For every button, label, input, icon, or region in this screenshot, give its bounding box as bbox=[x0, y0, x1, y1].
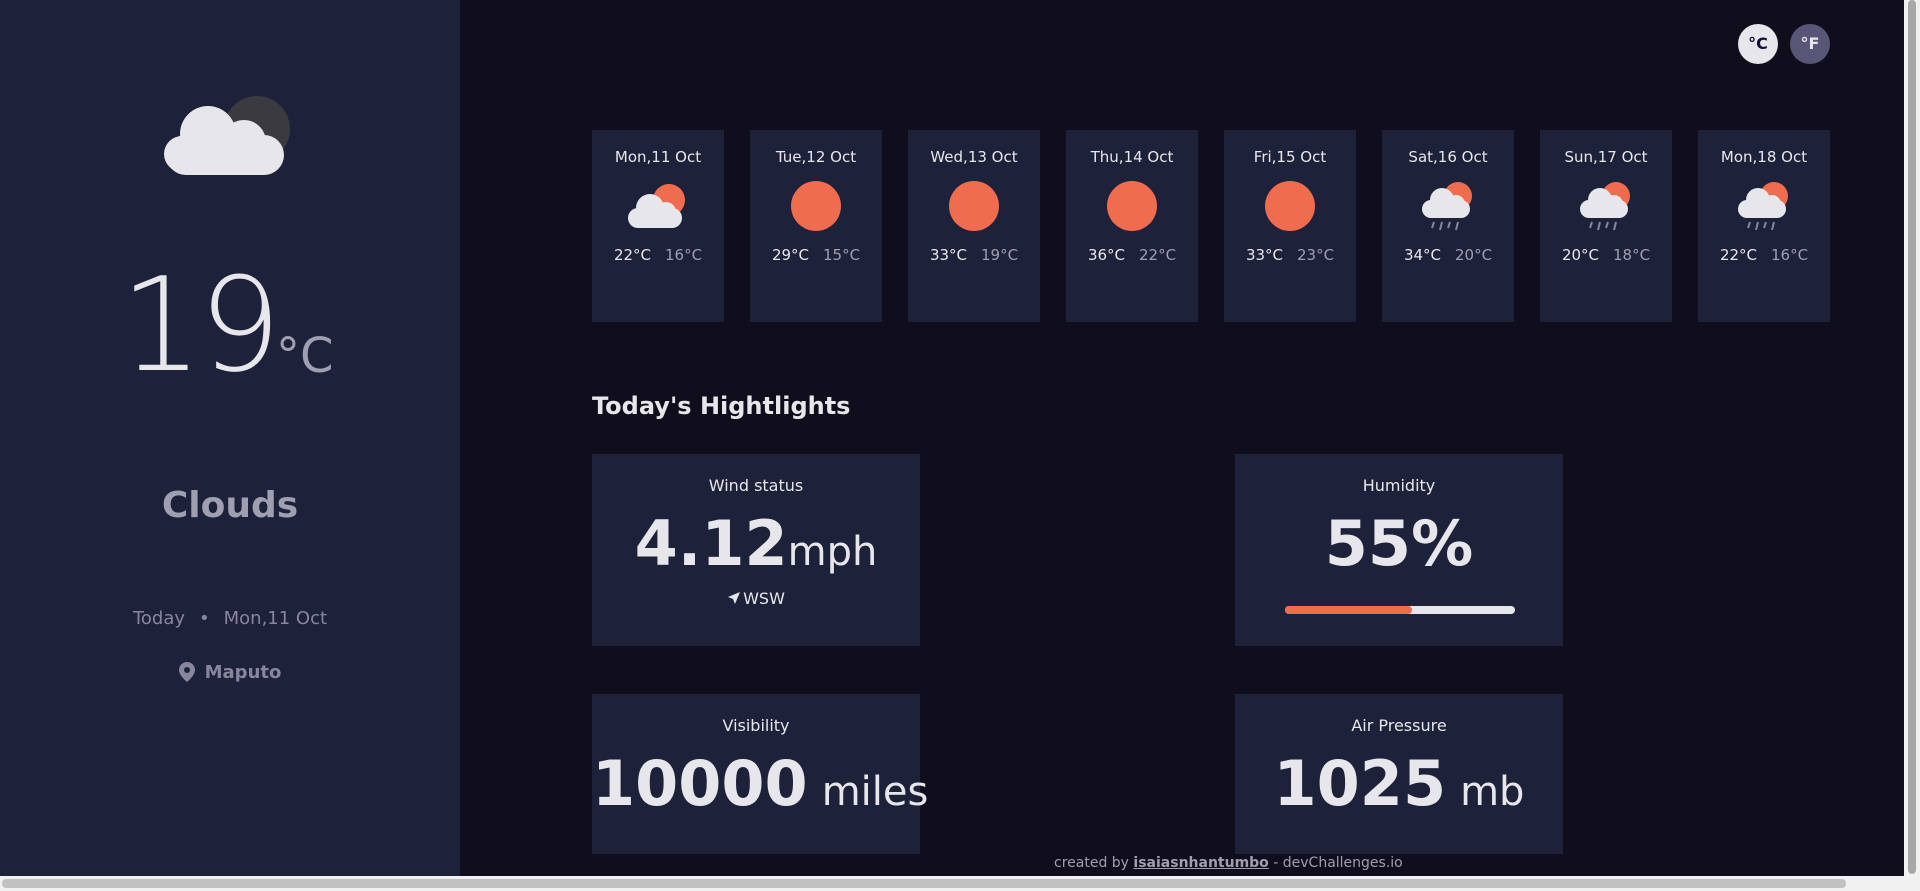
sun-icon bbox=[1107, 181, 1157, 231]
clouds-icon bbox=[164, 96, 290, 175]
rain-sun-icon bbox=[1422, 182, 1472, 231]
forecast-min: 23°C bbox=[1297, 246, 1335, 264]
highlights-title: Today's Hightlights bbox=[592, 392, 851, 420]
air-pressure-label: Air Pressure bbox=[1351, 716, 1447, 735]
forecast-max: 34°C bbox=[1403, 246, 1441, 264]
current-condition: Clouds bbox=[161, 485, 299, 526]
forecast-card: Mon,18 Oct 22°C 16°C bbox=[1698, 130, 1830, 322]
sun-icon bbox=[1265, 181, 1315, 231]
wind-status-label: Wind status bbox=[708, 476, 804, 495]
forecast-day: Tue,12 Oct bbox=[775, 148, 857, 166]
visibility-card: Visibility 10000 miles bbox=[592, 694, 928, 854]
forecast-card: Fri,15 Oct 33°C 23°C bbox=[1224, 130, 1356, 322]
forecast-max: 20°C bbox=[1561, 246, 1599, 264]
today-label: Today bbox=[132, 608, 185, 629]
current-temperature: 19 bbox=[120, 249, 281, 401]
forecast-min: 16°C bbox=[1771, 246, 1809, 264]
forecast-day: Mon,11 Oct bbox=[614, 148, 702, 166]
air-pressure-card: Air Pressure 1025 mb bbox=[1235, 694, 1563, 854]
sun-icon bbox=[791, 181, 841, 231]
fahrenheit-button[interactable]: °F bbox=[1790, 24, 1830, 64]
forecast-max: 36°C bbox=[1087, 246, 1125, 264]
forecast-min: 18°C bbox=[1613, 246, 1651, 264]
forecast-day: Thu,14 Oct bbox=[1090, 148, 1174, 166]
forecast-max: 33°C bbox=[1245, 246, 1283, 264]
navigation-arrow-icon bbox=[728, 592, 741, 604]
forecast-card: Tue,12 Oct 29°C 15°C bbox=[750, 130, 882, 322]
footer-suffix: - devChallenges.io bbox=[1273, 855, 1403, 871]
visibility-value-row: 10000 miles bbox=[592, 753, 928, 815]
forecast-card: Thu,14 Oct 36°C 22°C bbox=[1066, 130, 1198, 322]
forecast-min: 15°C bbox=[823, 246, 861, 264]
air-pressure-value-row: 1025 mb bbox=[1235, 753, 1563, 815]
wind-status-value-row: 4.12mph bbox=[592, 513, 920, 575]
date-separator: • bbox=[199, 608, 210, 629]
air-pressure-value: 1025 bbox=[1273, 747, 1447, 820]
cloud-sun-icon bbox=[628, 184, 685, 228]
horizontal-scrollbar-thumb[interactable] bbox=[2, 879, 1846, 888]
celsius-button[interactable]: °C bbox=[1738, 24, 1778, 64]
humidity-label: Humidity bbox=[1362, 476, 1436, 495]
visibility-unit: miles bbox=[821, 769, 929, 815]
forecast-min: 16°C bbox=[665, 246, 703, 264]
forecast-card: Sun,17 Oct 20°C 18°C bbox=[1540, 130, 1672, 322]
humidity-value: 55 bbox=[1324, 507, 1412, 580]
forecast-day: Wed,13 Oct bbox=[930, 148, 1018, 166]
forecast-card: Mon,11 Oct 22°C 16°C bbox=[592, 130, 724, 322]
sidebar: 19 °C Clouds Today • Mon,11 Oct Maputo bbox=[0, 0, 460, 876]
wind-status-unit: mph bbox=[787, 529, 878, 575]
visibility-value: 10000 bbox=[592, 747, 808, 820]
forecast-min: 22°C bbox=[1139, 246, 1177, 264]
author-link[interactable]: isaiasnhantumbo bbox=[1133, 855, 1268, 871]
forecast-max: 22°C bbox=[613, 246, 651, 264]
location-name: Maputo bbox=[204, 662, 282, 683]
forecast-max: 22°C bbox=[1719, 246, 1757, 264]
humidity-value-row: 55% bbox=[1235, 513, 1563, 575]
humidity-progress-bar bbox=[1285, 606, 1515, 614]
footer-prefix: created by bbox=[1054, 855, 1129, 871]
sun-icon bbox=[949, 181, 999, 231]
forecast-day: Mon,18 Oct bbox=[1720, 148, 1808, 166]
forecast-day: Sun,17 Oct bbox=[1564, 148, 1648, 166]
rain-sun-icon bbox=[1580, 182, 1630, 231]
forecast-day: Fri,15 Oct bbox=[1253, 148, 1327, 166]
forecast-card: Wed,13 Oct 33°C 19°C bbox=[908, 130, 1040, 322]
humidity-unit: % bbox=[1411, 507, 1474, 580]
humidity-card: Humidity 55% bbox=[1235, 454, 1563, 646]
forecast-card: Sat,16 Oct 34°C 20°C bbox=[1382, 130, 1514, 322]
location-row: Maputo bbox=[0, 662, 460, 683]
current-temperature-unit: °C bbox=[276, 328, 334, 384]
forecast-day: Sat,16 Oct bbox=[1408, 148, 1488, 166]
forecast-min: 19°C bbox=[981, 246, 1019, 264]
vertical-scrollbar-thumb[interactable] bbox=[1908, 0, 1916, 874]
humidity-progress-fill bbox=[1285, 606, 1412, 614]
wind-status-card: Wind status 4.12mph WSW bbox=[592, 454, 920, 646]
forecast-max: 33°C bbox=[929, 246, 967, 264]
air-pressure-unit: mb bbox=[1460, 769, 1525, 815]
rain-sun-icon bbox=[1738, 182, 1788, 231]
wind-direction-row: WSW bbox=[592, 589, 920, 608]
location-pin-icon bbox=[178, 662, 195, 682]
forecast-max: 29°C bbox=[771, 246, 809, 264]
footer: created by isaiasnhantumbo - devChalleng… bbox=[1054, 855, 1403, 871]
wind-direction: WSW bbox=[743, 589, 785, 608]
visibility-label: Visibility bbox=[722, 716, 790, 735]
current-date-row: Today • Mon,11 Oct bbox=[0, 608, 460, 629]
current-date: Mon,11 Oct bbox=[223, 608, 328, 629]
wind-status-value: 4.12 bbox=[634, 507, 788, 580]
forecast-min: 20°C bbox=[1455, 246, 1493, 264]
